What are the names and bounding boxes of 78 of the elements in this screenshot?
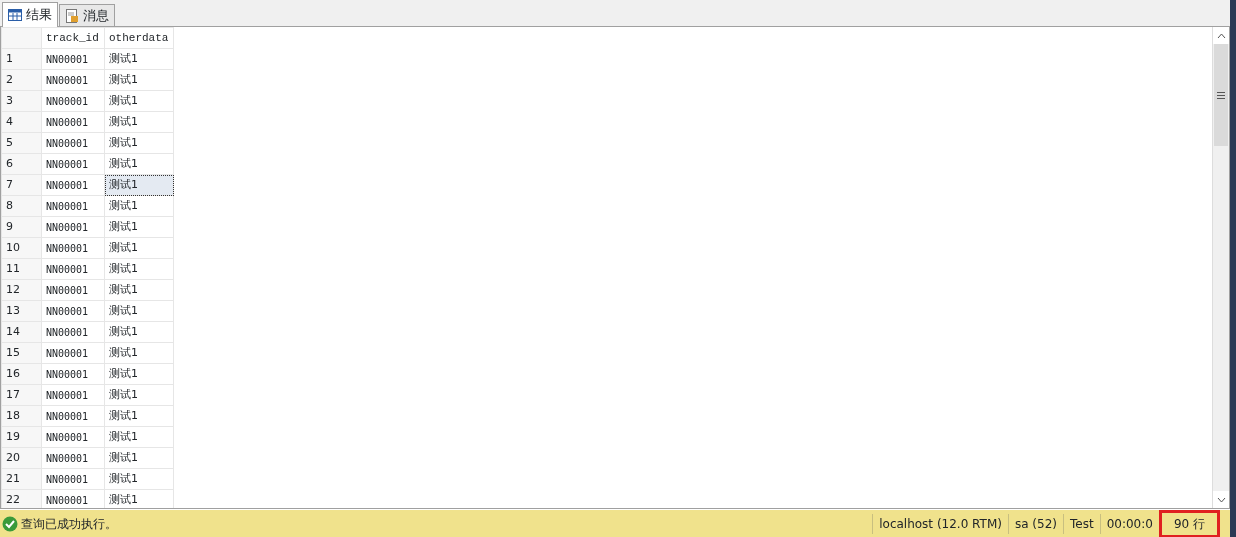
table-cell: 测试1 [104,279,174,301]
row-header: 11 [1,258,42,280]
row-header: 15 [1,342,42,364]
document-icon [65,8,79,23]
table-cell: NN00001 [41,69,105,91]
table-cell: NN00001 [41,363,105,385]
tab[interactable]: 结果 [2,2,58,27]
row-header: 21 [1,468,42,490]
table-cell: 测试1 [104,111,174,133]
row-header: 1 [1,48,42,70]
table-cell: NN00001 [41,258,105,280]
grid-icon [8,9,22,21]
status-text: localhost (12.0 RTM) [872,513,1008,534]
table-cell: 测试1 [104,195,174,217]
status-text: Test [1063,513,1100,534]
status-message: 查询已成功执行。 [21,515,117,533]
table-cell: NN00001 [41,405,105,427]
table-cell: NN00001 [41,279,105,301]
row-header: 4 [1,111,42,133]
row-header: 9 [1,216,42,238]
row-header: 5 [1,132,42,154]
row-header: 19 [1,426,42,448]
table-cell: NN00001 [41,216,105,238]
table-cell: NN00001 [41,321,105,343]
table-cell: 测试1 [104,69,174,91]
row-header: 3 [1,90,42,112]
table-cell: NN00001 [41,195,105,217]
row-header: 17 [1,384,42,406]
table-cell: NN00001 [41,384,105,406]
row-header: 6 [1,153,42,175]
status-text: 00:00:0 [1099,513,1159,534]
status-text: 90 行 [1158,509,1220,537]
table-cell: NN00001 [41,153,105,175]
scrollbar[interactable] [1212,27,1229,508]
table-cell: 测试1 [104,468,174,490]
column-header: otherdata [104,27,174,49]
table-cell: 测试1 [104,216,174,238]
table-cell: 测试1 [104,237,174,259]
row-header: 16 [1,363,42,385]
table-cell: 测试1 [104,48,174,70]
status-text: sa (52) [1007,513,1063,534]
row-header: 20 [1,447,42,469]
table-cell: 测试1 [104,258,174,280]
table-cell: NN00001 [41,132,105,154]
grip-icon [1217,91,1225,99]
table-cell: NN00001 [41,426,105,448]
table-cell: 测试1 [104,342,174,364]
table-cell: 测试1 [104,363,174,385]
table-cell: 测试1 [104,300,174,322]
table-cell: NN00001 [41,342,105,364]
table-cell: NN00001 [41,237,105,259]
table-cell: 测试1 [104,90,174,112]
row-header: 18 [1,405,42,427]
table-cell: 测试1 [104,426,174,448]
table-cell: 测试1 [104,447,174,469]
table-cell: 测试1 [104,153,174,175]
scroll-up-icon[interactable] [1216,32,1226,39]
table-cell: NN00001 [41,447,105,469]
row-header: 14 [1,321,42,343]
row-header: 2 [1,69,42,91]
column-header: track_id [41,27,105,49]
table-cell: NN00001 [41,300,105,322]
row-header: 8 [1,195,42,217]
row-header: 10 [1,237,42,259]
scroll-down-icon[interactable] [1216,496,1226,503]
table-cell: NN00001 [41,174,105,196]
tab[interactable]: 消息 [59,4,115,26]
table-cell: NN00001 [41,111,105,133]
table-cell: NN00001 [41,90,105,112]
row-header: 7 [1,174,42,196]
table-cell: 测试1 [104,321,174,343]
table-cell: 测试1 [104,132,174,154]
table-cell: NN00001 [41,48,105,70]
table-cell: NN00001 [41,468,105,490]
table-cell: 测试1 [104,405,174,427]
table-cell: 测试1 [104,384,174,406]
row-header: 13 [1,300,42,322]
row-header: 12 [1,279,42,301]
